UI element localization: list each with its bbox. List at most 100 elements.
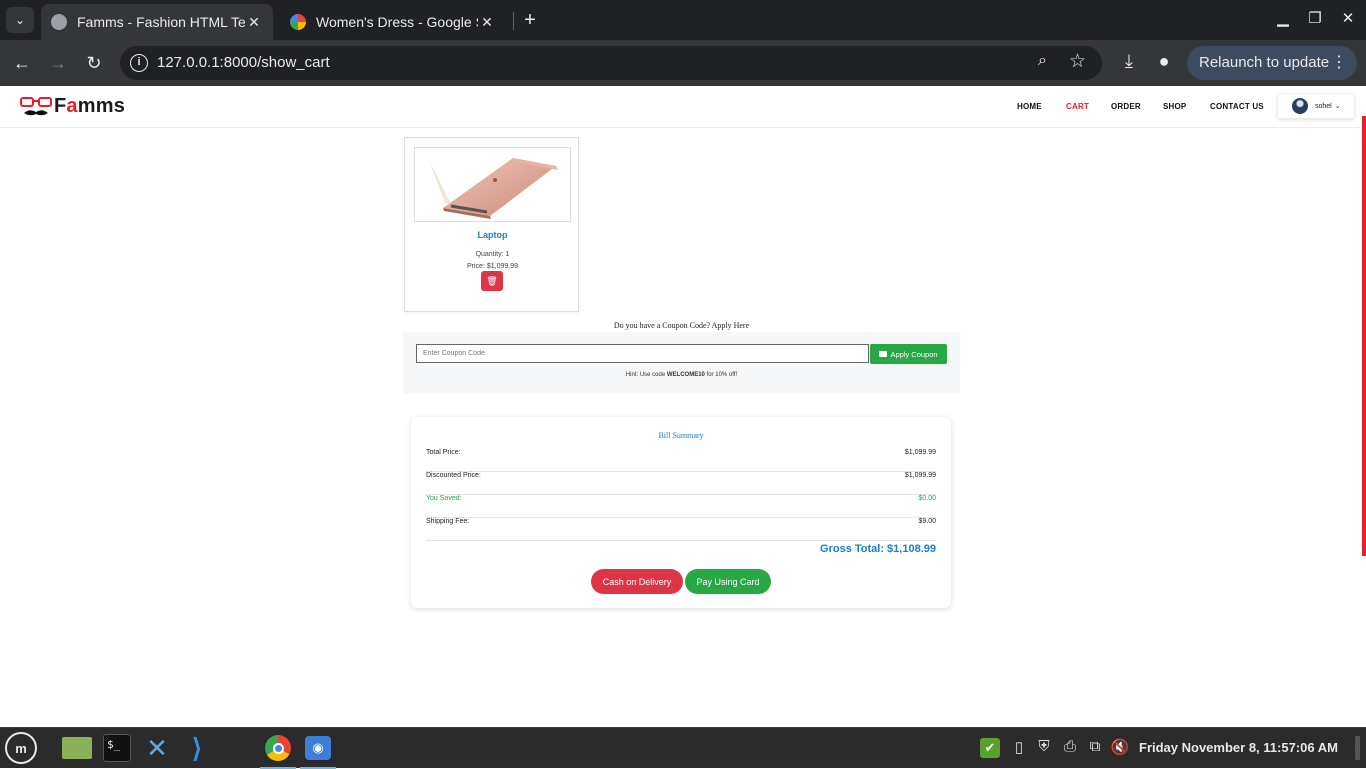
bill-row-label: Total Price: bbox=[426, 449, 461, 456]
coupon-question: Do you have a Coupon Code? Apply Here bbox=[613, 321, 750, 330]
avatar bbox=[1292, 98, 1308, 114]
minimize-icon[interactable]: ▁ bbox=[1273, 9, 1293, 27]
bill-row-saved: You Saved: $0.00 bbox=[426, 495, 936, 518]
browser-toolbar: ← → ↻ i 127.0.0.1:8000/show_cart ⌕ ☆ ⤓ ●… bbox=[0, 40, 1366, 86]
site-logo[interactable]: Famms bbox=[20, 95, 125, 118]
apply-coupon-label: Apply Coupon bbox=[890, 349, 938, 359]
remove-item-button[interactable]: 🗑 bbox=[481, 271, 503, 291]
site-info-icon[interactable]: i bbox=[130, 54, 148, 72]
file-manager-icon[interactable] bbox=[61, 732, 93, 764]
tab-google-search[interactable]: Women's Dress - Google Sea ✕ bbox=[280, 4, 506, 40]
mint-menu-icon[interactable]: m bbox=[5, 732, 37, 764]
tab-divider bbox=[513, 12, 514, 30]
gross-total: Gross Total: $1,108.99 bbox=[820, 543, 936, 555]
trash-icon: 🗑 bbox=[486, 275, 498, 286]
cart-item-card: Laptop Quantity: 1 Price: $1,099.99 🗑 bbox=[404, 137, 579, 312]
coupon-section: Apply Coupon Hint: Use code WELCOME10 fo… bbox=[403, 332, 960, 394]
nav-home[interactable]: HOME bbox=[1017, 102, 1042, 111]
relaunch-button[interactable]: Relaunch to update ⋮ bbox=[1187, 46, 1357, 80]
coupon-hint: Hint: Use code WELCOME10 for 10% off! bbox=[403, 372, 960, 378]
relaunch-label: Relaunch to update bbox=[1199, 54, 1330, 71]
ticket-icon bbox=[879, 351, 888, 357]
glasses-mustache-icon bbox=[20, 96, 52, 115]
brand-accent: a bbox=[66, 95, 78, 117]
network-icon[interactable]: ⧉ bbox=[1085, 738, 1105, 755]
profile-icon[interactable]: ● bbox=[1152, 51, 1176, 72]
folder-shape bbox=[62, 737, 92, 759]
bill-row-label: Discounted Price: bbox=[426, 472, 481, 479]
nav-order[interactable]: ORDER bbox=[1111, 102, 1141, 111]
product-quantity: Quantity: 1 bbox=[475, 251, 510, 258]
security-shield-icon[interactable]: ⛨ bbox=[1034, 738, 1054, 755]
forward-arrow-icon[interactable]: → bbox=[47, 52, 69, 74]
restore-icon[interactable]: ❐ bbox=[1305, 9, 1325, 27]
nav-contact-us[interactable]: CONTACT US bbox=[1210, 102, 1264, 111]
page-viewport: Famms HOME CART ORDER SHOP CONTACT US so… bbox=[0, 86, 1366, 727]
user-name: sohel bbox=[1315, 102, 1332, 110]
laptop-image bbox=[429, 158, 558, 219]
bill-row-total: Total Price: $1,099.99 bbox=[426, 449, 936, 472]
page-scrollbar[interactable] bbox=[1360, 86, 1366, 727]
bill-row-shipping: Shipping Fee: $9.00 bbox=[426, 518, 936, 541]
clipboard-icon[interactable]: ▯ bbox=[1009, 738, 1029, 756]
brand-suffix: mms bbox=[77, 95, 126, 117]
chevron-down-icon: ⌄ bbox=[1334, 103, 1341, 110]
google-icon bbox=[290, 14, 306, 30]
product-image bbox=[414, 147, 571, 222]
close-tab-icon[interactable]: ✕ bbox=[245, 14, 263, 31]
kebab-menu-icon[interactable]: ⋮ bbox=[1331, 46, 1347, 80]
pay-using-card-button[interactable]: Pay Using Card bbox=[685, 569, 771, 594]
hint-suffix: for 10% off! bbox=[704, 372, 738, 378]
brand-name: Famms bbox=[54, 95, 125, 118]
screenshot-tool-icon[interactable]: ◉ bbox=[300, 732, 336, 769]
bill-summary-title: Bill Summary bbox=[658, 431, 704, 440]
chrome-logo bbox=[265, 735, 291, 761]
tab-title: Women's Dress - Google Sea bbox=[316, 14, 478, 30]
terminal-icon[interactable]: $_ bbox=[101, 732, 133, 764]
hint-prefix: Hint: Use code bbox=[625, 372, 667, 378]
zoom-icon[interactable]: ⌕ bbox=[1038, 52, 1047, 70]
bill-row-value: $9.00 bbox=[918, 518, 936, 525]
bill-row-value: $1,099.99 bbox=[904, 472, 936, 479]
url-text[interactable]: 127.0.0.1:8000/show_cart bbox=[157, 54, 330, 71]
show-desktop-button[interactable] bbox=[1355, 736, 1360, 760]
product-name[interactable]: Laptop bbox=[405, 230, 580, 240]
bill-summary-card: Bill Summary Total Price: $1,099.99 Disc… bbox=[411, 417, 951, 608]
scrollbar-thumb[interactable] bbox=[1362, 116, 1366, 556]
coupon-code-input[interactable] bbox=[416, 344, 869, 363]
back-arrow-icon[interactable]: ← bbox=[11, 52, 33, 74]
cash-on-delivery-button[interactable]: Cash on Delivery bbox=[591, 569, 683, 594]
chrome-icon[interactable] bbox=[260, 732, 296, 769]
nav-shop[interactable]: SHOP bbox=[1163, 102, 1186, 111]
user-menu-dropdown[interactable]: sohel ⌄ bbox=[1277, 93, 1355, 119]
bookmark-star-icon[interactable]: ☆ bbox=[1069, 50, 1086, 73]
close-window-icon[interactable]: ✕ bbox=[1338, 9, 1358, 27]
vscode-icon[interactable]: ⟩ bbox=[181, 732, 213, 764]
os-taskbar: m $_ ✕ ⟩ ◉ ✔ ▯ ⛨ ⎙ ⧉ 🔇 Friday November 8… bbox=[0, 727, 1366, 769]
update-shield-icon[interactable]: ✔ bbox=[980, 738, 1000, 758]
product-price: Price: $1,099.99 bbox=[467, 263, 518, 270]
hint-code: WELCOME10 bbox=[666, 372, 705, 378]
download-icon[interactable]: ⤓ bbox=[1117, 51, 1141, 72]
remote-tools-icon[interactable]: ✕ bbox=[141, 732, 173, 764]
bill-row-label: You Saved: bbox=[426, 495, 462, 502]
bill-row-value: $0.00 bbox=[918, 495, 936, 502]
new-tab-plus-icon[interactable]: + bbox=[520, 9, 540, 31]
bill-row-label: Shipping Fee: bbox=[426, 518, 470, 525]
printer-icon[interactable]: ⎙ bbox=[1060, 738, 1080, 755]
address-bar[interactable]: i 127.0.0.1:8000/show_cart ⌕ ☆ bbox=[120, 46, 1102, 80]
taskbar-clock[interactable]: Friday November 8, 11:57:06 AM bbox=[1139, 740, 1338, 755]
reload-icon[interactable]: ↻ bbox=[83, 52, 105, 74]
volume-muted-icon[interactable]: 🔇 bbox=[1110, 738, 1130, 756]
close-tab-icon[interactable]: ✕ bbox=[478, 14, 496, 31]
nav-cart[interactable]: CART bbox=[1066, 102, 1089, 111]
bill-row-discounted: Discounted Price: $1,099.99 bbox=[426, 472, 936, 495]
tab-famms[interactable]: Famms - Fashion HTML Temp ✕ bbox=[41, 4, 273, 40]
bill-row-value: $1,099.99 bbox=[904, 449, 936, 456]
browser-tab-bar: ⌄ Famms - Fashion HTML Temp ✕ Women's Dr… bbox=[0, 0, 1366, 40]
tab-search-chevron-icon[interactable]: ⌄ bbox=[6, 7, 34, 33]
camera-glyph: ◉ bbox=[305, 736, 331, 760]
apply-coupon-button[interactable]: Apply Coupon bbox=[870, 344, 947, 364]
site-header: Famms HOME CART ORDER SHOP CONTACT US so… bbox=[0, 86, 1360, 128]
globe-icon bbox=[51, 14, 67, 30]
